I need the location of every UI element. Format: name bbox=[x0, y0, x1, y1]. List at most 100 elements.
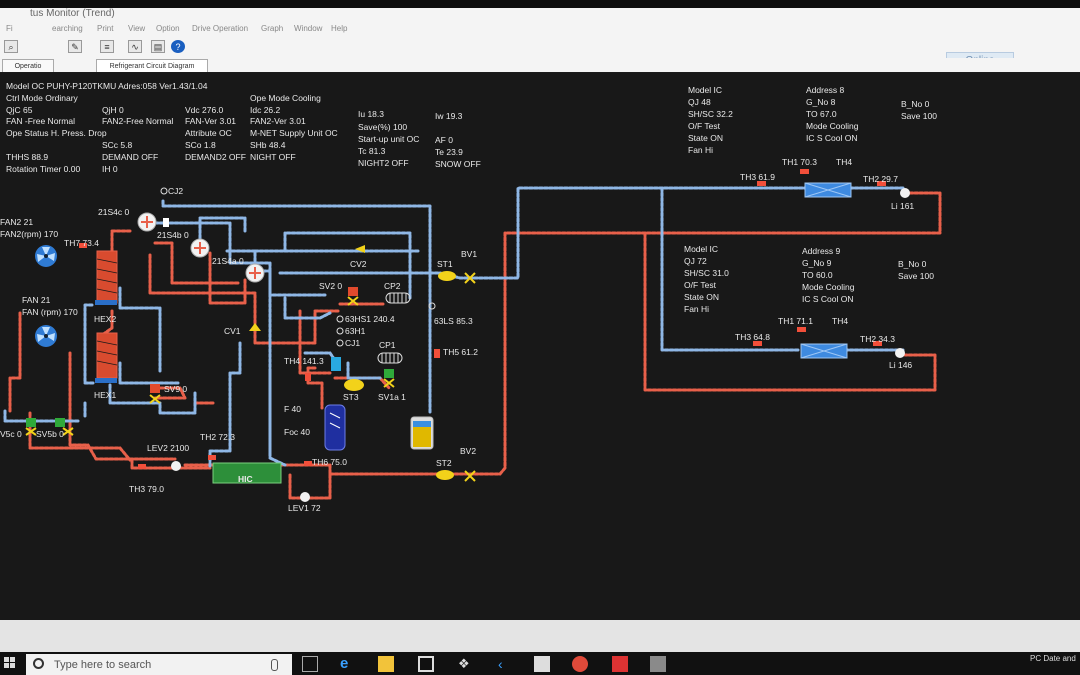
menu-window[interactable]: Window bbox=[294, 24, 322, 33]
cp2-icon bbox=[385, 292, 411, 304]
app-red-icon[interactable] bbox=[612, 656, 628, 672]
cv1-label: CV1 bbox=[224, 326, 241, 336]
s63hs1-label: 63HS1 240.4 bbox=[345, 314, 395, 324]
ic2-model: Model IC bbox=[684, 244, 719, 254]
task-view-icon[interactable] bbox=[302, 656, 318, 672]
cold-pipes bbox=[3, 186, 907, 470]
graph-icon[interactable]: ▤ bbox=[151, 40, 165, 53]
ic2-address: Address 9 bbox=[802, 246, 841, 256]
menu-file[interactable]: Fi bbox=[6, 24, 13, 33]
tab-operation[interactable]: Operatio bbox=[2, 59, 54, 72]
valve-21s4c-icon bbox=[137, 212, 157, 232]
search-placeholder: Type here to search bbox=[54, 659, 152, 671]
ic1-fan: Fan Hi bbox=[688, 145, 714, 155]
ic2-iccool: IC S Cool ON bbox=[802, 294, 854, 304]
store-icon[interactable] bbox=[418, 656, 434, 672]
valve-21s4b-icon bbox=[190, 238, 210, 258]
ic1-th2: TH2 29.7 bbox=[863, 174, 898, 184]
accumulator-icon bbox=[410, 416, 434, 450]
lev1-icon bbox=[300, 492, 310, 502]
sv5c-label: V5c 0 bbox=[0, 429, 22, 439]
s21s4a-label: 21S4a 0 bbox=[212, 256, 244, 266]
menu-graph[interactable]: Graph bbox=[261, 24, 283, 33]
ic2-gno: G_No 9 bbox=[802, 258, 832, 268]
edit-icon[interactable]: ✎ bbox=[68, 40, 82, 53]
oc-iw: Iw 19.3 bbox=[435, 111, 463, 121]
hex2-exchanger bbox=[96, 250, 118, 304]
lev2-icon bbox=[171, 461, 181, 471]
th6-marker bbox=[304, 461, 312, 466]
ic1-iccool: IC S Cool ON bbox=[806, 133, 858, 143]
ic1-to: TO 67.0 bbox=[806, 109, 837, 119]
th5-marker bbox=[434, 349, 440, 358]
menu-option[interactable]: Option bbox=[156, 24, 180, 33]
ic1-th4: TH4 bbox=[836, 157, 853, 167]
fan1-label: FAN 21 bbox=[22, 295, 51, 305]
file-explorer-icon[interactable] bbox=[378, 656, 394, 672]
oc-ope-status: Ope Status H. Press. Drop bbox=[6, 128, 107, 138]
ic1-li: Li 161 bbox=[891, 201, 915, 211]
ic2-to: TO 60.0 bbox=[802, 270, 833, 280]
oc-te: Te 23.9 bbox=[435, 147, 463, 157]
oc-ctrl-mode: Ctrl Mode Ordinary bbox=[6, 93, 78, 103]
monitor-app-icon[interactable] bbox=[650, 656, 666, 672]
ic2-th1-marker bbox=[797, 327, 806, 332]
ic2-th1: TH1 71.1 bbox=[778, 316, 813, 326]
foc-label: Foc 40 bbox=[284, 427, 310, 437]
menu-help[interactable]: Help bbox=[331, 24, 347, 33]
ic1-of: O/F Test bbox=[688, 121, 720, 131]
th2-marker bbox=[208, 455, 216, 460]
s63hs1-sensor bbox=[336, 315, 344, 323]
oc-snow: SNOW OFF bbox=[435, 159, 481, 169]
s63h1-sensor bbox=[336, 327, 344, 335]
ic1-address: Address 8 bbox=[806, 85, 845, 95]
sv9-label: SV9 0 bbox=[164, 384, 188, 394]
ic2-mode: Mode Cooling bbox=[802, 282, 855, 292]
cj1-sensor bbox=[336, 339, 344, 347]
zoom-icon[interactable]: ⌕ bbox=[4, 40, 18, 53]
lev1-label: LEV1 72 bbox=[288, 503, 321, 513]
fan2-label: FAN2 21 bbox=[0, 217, 34, 227]
vscode-icon[interactable]: ‹ bbox=[498, 656, 514, 672]
ic2-th3: TH3 64.8 bbox=[735, 332, 770, 342]
microphone-icon[interactable] bbox=[271, 659, 278, 671]
trend-icon[interactable]: ∿ bbox=[128, 40, 142, 53]
oc-night: NIGHT OFF bbox=[250, 152, 296, 162]
menu-drive-operation[interactable]: Drive Operation bbox=[192, 24, 248, 33]
windows-start-icon[interactable] bbox=[4, 657, 16, 669]
menu-print[interactable]: Print bbox=[97, 24, 113, 33]
ic1-exchanger bbox=[804, 182, 852, 198]
menu-searching[interactable]: earching bbox=[52, 24, 83, 33]
lev2-label: LEV2 2100 bbox=[147, 443, 190, 453]
ic1-bno: B_No 0 bbox=[901, 99, 930, 109]
cv2-label: CV2 bbox=[350, 259, 367, 269]
sv9-valve-icon bbox=[149, 384, 161, 404]
tab-refrigerant-circuit[interactable]: Refrigerant Circuit Diagram bbox=[96, 59, 208, 72]
th4-marker bbox=[305, 373, 311, 381]
oil-separator-icon bbox=[331, 357, 341, 371]
th2-label: TH2 72.3 bbox=[200, 432, 235, 442]
help-icon[interactable]: ? bbox=[171, 40, 185, 53]
oc-idc: Idc 26.2 bbox=[250, 105, 281, 115]
list-icon[interactable]: ≡ bbox=[100, 40, 114, 53]
cp1-icon bbox=[377, 352, 403, 364]
oc-sco: SCo 1.8 bbox=[185, 140, 216, 150]
hex1-exchanger bbox=[96, 332, 118, 379]
st2-label: ST2 bbox=[436, 458, 452, 468]
th3-label: TH3 79.0 bbox=[129, 484, 164, 494]
dropbox-icon[interactable]: ❖ bbox=[458, 656, 474, 672]
mail-icon[interactable] bbox=[534, 656, 550, 672]
ic1-th3: TH3 61.9 bbox=[740, 172, 775, 182]
menu-view[interactable]: View bbox=[128, 24, 145, 33]
monitor-window: tus Monitor (Trend) Fi earching Print Vi… bbox=[0, 0, 1080, 675]
ic2-fan: Fan Hi bbox=[684, 304, 710, 314]
bv1-label: BV1 bbox=[461, 249, 478, 259]
taskbar-search-box[interactable]: Type here to search bbox=[26, 654, 292, 675]
st2-icon bbox=[436, 470, 454, 480]
valve-21s4a-icon bbox=[245, 263, 265, 283]
edge-icon[interactable]: e bbox=[340, 656, 356, 672]
title-bar: tus Monitor (Trend) bbox=[0, 8, 1080, 22]
sv5c-valve-icon bbox=[25, 418, 37, 436]
oc-thhs: THHS 88.9 bbox=[6, 152, 49, 162]
chrome-icon[interactable] bbox=[572, 656, 588, 672]
